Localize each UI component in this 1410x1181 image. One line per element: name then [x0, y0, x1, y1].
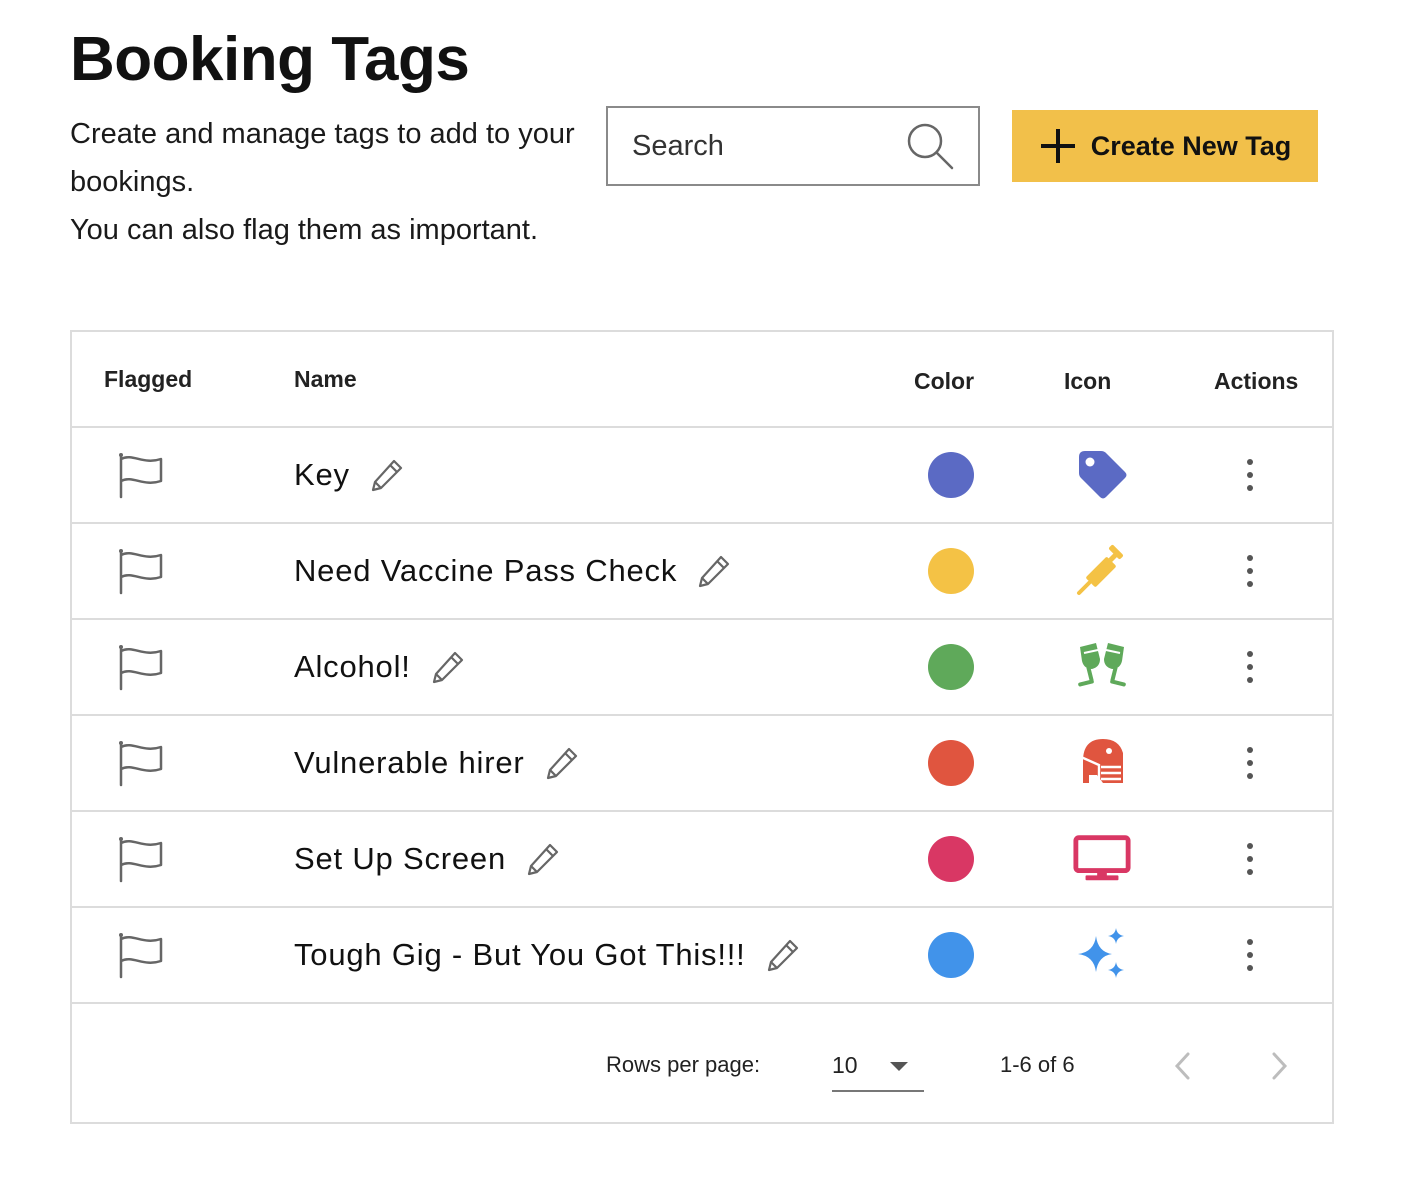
rows-per-page-select[interactable]: 10	[832, 1046, 924, 1092]
flag-toggle[interactable]	[112, 928, 168, 984]
table-row: Key	[72, 428, 1332, 524]
create-new-tag-label: Create New Tag	[1090, 130, 1292, 161]
pencil-icon	[765, 937, 801, 973]
table-row: Alcohol!	[72, 620, 1332, 716]
flag-icon	[115, 931, 165, 981]
flag-toggle[interactable]	[112, 832, 168, 888]
color-swatch	[928, 932, 974, 978]
flag-icon	[115, 451, 165, 501]
name-cell: Set Up Screen	[294, 812, 562, 906]
name-cell: Alcohol!	[294, 620, 467, 714]
previous-page-button[interactable]	[1164, 1046, 1200, 1086]
edit-name-button[interactable]	[695, 552, 733, 590]
more-actions-button[interactable]	[1232, 740, 1268, 786]
page-title: Booking Tags	[70, 25, 470, 94]
column-header-actions: Actions	[1214, 368, 1299, 394]
create-new-tag-button[interactable]: Create New Tag	[1012, 110, 1318, 182]
pencil-icon	[525, 841, 561, 877]
rows-per-page-value: 10	[832, 1052, 858, 1078]
edit-name-button[interactable]	[368, 456, 406, 494]
name-cell: Tough Gig - But You Got This!!!	[294, 908, 802, 1002]
description-line-1: Create and manage tags to add to your bo…	[70, 118, 575, 198]
tag-name: Alcohol!	[294, 649, 411, 684]
table-pagination: Rows per page: 10 1-6 of 6	[72, 1006, 1332, 1122]
color-swatch	[928, 740, 974, 786]
table-row: Vulnerable hirer	[72, 716, 1332, 812]
head-side-mask-icon	[1072, 732, 1132, 792]
tag-icon	[1072, 444, 1132, 504]
edit-name-button[interactable]	[429, 648, 467, 686]
chevron-left-icon	[1172, 1050, 1192, 1082]
flag-icon	[115, 547, 165, 597]
pagination-range: 1-6 of 6	[1000, 1052, 1075, 1077]
name-cell: Vulnerable hirer	[294, 716, 581, 810]
color-swatch	[928, 644, 974, 690]
next-page-button[interactable]	[1262, 1046, 1298, 1086]
search-icon[interactable]	[904, 120, 956, 172]
tag-name: Vulnerable hirer	[294, 745, 525, 780]
search-box[interactable]	[606, 106, 980, 186]
color-swatch	[928, 452, 974, 498]
column-header-flagged[interactable]: Flagged	[104, 366, 192, 393]
color-swatch	[928, 836, 974, 882]
column-header-name[interactable]: Name	[294, 366, 357, 393]
flag-toggle[interactable]	[112, 544, 168, 600]
color-swatch	[928, 548, 974, 594]
column-header-icon: Icon	[1064, 368, 1112, 394]
sparkles-icon	[1072, 924, 1132, 984]
flag-toggle[interactable]	[112, 736, 168, 792]
table-row: Tough Gig - But You Got This!!!	[72, 908, 1332, 1004]
flag-icon	[115, 835, 165, 885]
description-line-2: You can also flag them as important.	[70, 214, 539, 246]
table-row: Set Up Screen	[72, 812, 1332, 908]
column-header-color: Color	[914, 368, 975, 394]
monitor-icon	[1072, 828, 1132, 888]
pencil-icon	[696, 553, 732, 589]
more-actions-button[interactable]	[1232, 548, 1268, 594]
flag-icon	[115, 643, 165, 693]
more-actions-button[interactable]	[1232, 932, 1268, 978]
flag-icon	[115, 739, 165, 789]
syringe-icon	[1072, 540, 1132, 600]
tag-name: Set Up Screen	[294, 841, 507, 876]
tags-table: Flagged Name Color Icon Actions Key Need…	[70, 330, 1334, 1124]
tag-name: Tough Gig - But You Got This!!!	[294, 937, 746, 972]
plus-icon	[1039, 127, 1077, 165]
more-actions-button[interactable]	[1232, 836, 1268, 882]
page-description: Create and manage tags to add to your bo…	[70, 110, 590, 254]
name-cell: Key	[294, 428, 406, 522]
edit-name-button[interactable]	[764, 936, 802, 974]
rows-per-page-label: Rows per page:	[606, 1052, 761, 1077]
pencil-icon	[430, 649, 466, 685]
edit-name-button[interactable]	[543, 744, 581, 782]
caret-down-icon	[890, 1062, 908, 1071]
chevron-right-icon	[1270, 1050, 1290, 1082]
pencil-icon	[544, 745, 580, 781]
table-row: Need Vaccine Pass Check	[72, 524, 1332, 620]
search-input[interactable]	[632, 129, 904, 163]
table-header: Flagged Name Color Icon Actions	[72, 332, 1332, 428]
tag-name: Need Vaccine Pass Check	[294, 553, 678, 588]
edit-name-button[interactable]	[524, 840, 562, 878]
flag-toggle[interactable]	[112, 640, 168, 696]
glasses-cheers-icon	[1072, 636, 1132, 696]
flag-toggle[interactable]	[112, 448, 168, 504]
tag-name: Key	[294, 457, 350, 492]
more-actions-button[interactable]	[1232, 644, 1268, 690]
name-cell: Need Vaccine Pass Check	[294, 524, 733, 618]
more-actions-button[interactable]	[1232, 452, 1268, 498]
pencil-icon	[369, 457, 405, 493]
